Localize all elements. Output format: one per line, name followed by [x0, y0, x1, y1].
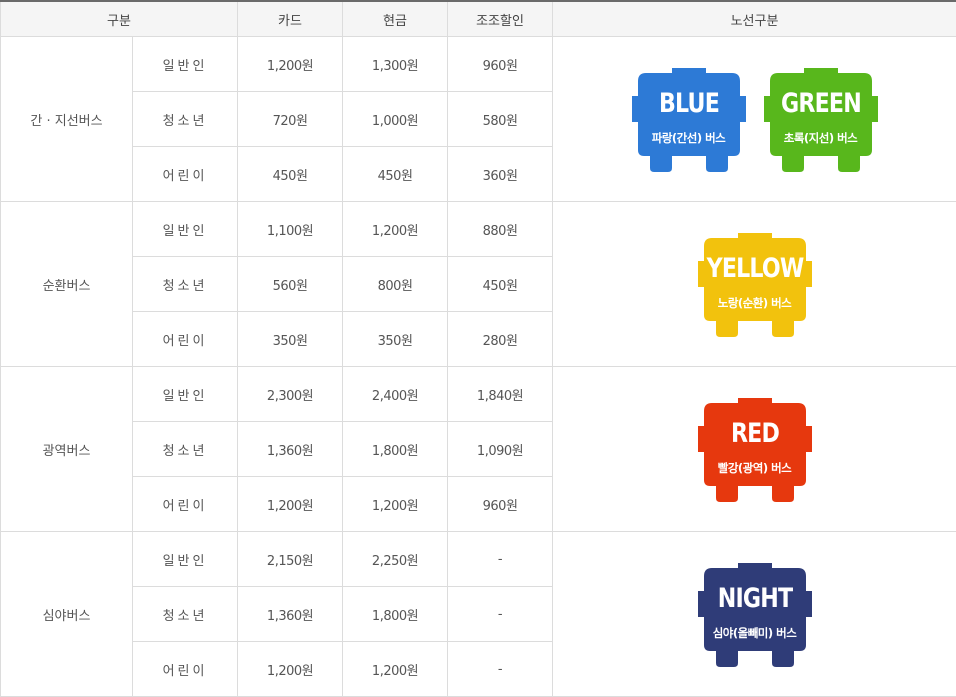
cash-fare: 1,200원	[343, 202, 448, 257]
route-badges: RED 빨강(광역) 버스	[553, 394, 956, 504]
route-category-label: 순환버스	[1, 202, 133, 367]
bus-badge-name: NIGHT	[706, 583, 803, 614]
cash-fare: 1,800원	[343, 422, 448, 477]
card-fare: 350원	[238, 312, 343, 367]
rider-type: 어린이	[133, 147, 238, 202]
rider-type: 청소년	[133, 257, 238, 312]
route-badges: YELLOW 노랑(순환) 버스	[553, 229, 956, 339]
bus-badge-desc: 심야(올빼미) 버스	[696, 625, 814, 641]
table-row: 순환버스일반인1,100원1,200원880원YELLOW노랑(순환) 버스	[1, 202, 956, 257]
route-badges: NIGHT 심야(올빼미) 버스	[553, 559, 956, 669]
bus-badge-desc: 초록(지선) 버스	[762, 130, 880, 146]
header-category: 구분	[1, 1, 238, 37]
rider-type: 청소년	[133, 587, 238, 642]
route-badge-cell: RED 빨강(광역) 버스	[553, 367, 956, 532]
card-fare: 2,150원	[238, 532, 343, 587]
cash-fare: 2,400원	[343, 367, 448, 422]
card-fare: 450원	[238, 147, 343, 202]
table-row: 간 · 지선버스일반인1,200원1,300원960원BLUE파랑(간선) 버스…	[1, 37, 956, 92]
cash-fare: 1,300원	[343, 37, 448, 92]
bus-badge-desc: 빨강(광역) 버스	[696, 460, 814, 476]
bus-badge-icon: GREEN 초록(지선) 버스	[762, 64, 880, 174]
route-category-label: 심야버스	[1, 532, 133, 697]
bus-fare-table: 구분 카드 현금 조조할인 노선구분 간 · 지선버스일반인1,200원1,30…	[0, 0, 956, 697]
card-fare: 1,200원	[238, 37, 343, 92]
rider-type: 청소년	[133, 92, 238, 147]
rider-type: 일반인	[133, 37, 238, 92]
early-discount-fare: 360원	[448, 147, 553, 202]
early-discount-fare: -	[448, 642, 553, 697]
early-discount-fare: 450원	[448, 257, 553, 312]
early-discount-fare: 580원	[448, 92, 553, 147]
table-header-row: 구분 카드 현금 조조할인 노선구분	[1, 1, 956, 37]
card-fare: 1,360원	[238, 422, 343, 477]
route-category-label: 광역버스	[1, 367, 133, 532]
early-discount-fare: 960원	[448, 37, 553, 92]
route-badge-cell: YELLOW 노랑(순환) 버스	[553, 202, 956, 367]
table-row: 광역버스일반인2,300원2,400원1,840원RED빨강(광역) 버스	[1, 367, 956, 422]
header-card: 카드	[238, 1, 343, 37]
rider-type: 일반인	[133, 202, 238, 257]
cash-fare: 1,800원	[343, 587, 448, 642]
early-discount-fare: 880원	[448, 202, 553, 257]
route-category-label: 간 · 지선버스	[1, 37, 133, 202]
cash-fare: 1,200원	[343, 477, 448, 532]
header-cash: 현금	[343, 1, 448, 37]
rider-type: 일반인	[133, 367, 238, 422]
bus-badge-desc: 노랑(순환) 버스	[696, 295, 814, 311]
table-row: 심야버스일반인2,150원2,250원-NIGHT심야(올빼미) 버스	[1, 532, 956, 587]
rider-type: 청소년	[133, 422, 238, 477]
card-fare: 1,100원	[238, 202, 343, 257]
bus-badge-icon: NIGHT 심야(올빼미) 버스	[696, 559, 814, 669]
header-route-type: 노선구분	[553, 1, 956, 37]
rider-type: 어린이	[133, 312, 238, 367]
bus-badge-icon: BLUE 파랑(간선) 버스	[630, 64, 748, 174]
early-discount-fare: 960원	[448, 477, 553, 532]
rider-type: 일반인	[133, 532, 238, 587]
bus-badge-name: BLUE	[640, 88, 737, 119]
cash-fare: 350원	[343, 312, 448, 367]
bus-badge-name: GREEN	[772, 88, 869, 119]
header-early-discount: 조조할인	[448, 1, 553, 37]
cash-fare: 2,250원	[343, 532, 448, 587]
early-discount-fare: -	[448, 587, 553, 642]
table-body: 간 · 지선버스일반인1,200원1,300원960원BLUE파랑(간선) 버스…	[1, 37, 956, 697]
cash-fare: 450원	[343, 147, 448, 202]
bus-badge-name: RED	[706, 418, 803, 449]
early-discount-fare: -	[448, 532, 553, 587]
cash-fare: 1,200원	[343, 642, 448, 697]
card-fare: 1,360원	[238, 587, 343, 642]
early-discount-fare: 280원	[448, 312, 553, 367]
card-fare: 2,300원	[238, 367, 343, 422]
bus-badge-icon: YELLOW 노랑(순환) 버스	[696, 229, 814, 339]
bus-badge-icon: RED 빨강(광역) 버스	[696, 394, 814, 504]
route-badges: BLUE 파랑(간선) 버스 GREEN 초록(지선) 버스	[553, 64, 956, 174]
bus-badge-name: YELLOW	[706, 253, 803, 284]
card-fare: 1,200원	[238, 642, 343, 697]
rider-type: 어린이	[133, 477, 238, 532]
bus-badge-desc: 파랑(간선) 버스	[630, 130, 748, 146]
early-discount-fare: 1,090원	[448, 422, 553, 477]
route-badge-cell: NIGHT 심야(올빼미) 버스	[553, 532, 956, 697]
card-fare: 1,200원	[238, 477, 343, 532]
route-badge-cell: BLUE 파랑(간선) 버스 GREEN 초록(지선) 버스	[553, 37, 956, 202]
cash-fare: 1,000원	[343, 92, 448, 147]
card-fare: 720원	[238, 92, 343, 147]
cash-fare: 800원	[343, 257, 448, 312]
rider-type: 어린이	[133, 642, 238, 697]
card-fare: 560원	[238, 257, 343, 312]
early-discount-fare: 1,840원	[448, 367, 553, 422]
